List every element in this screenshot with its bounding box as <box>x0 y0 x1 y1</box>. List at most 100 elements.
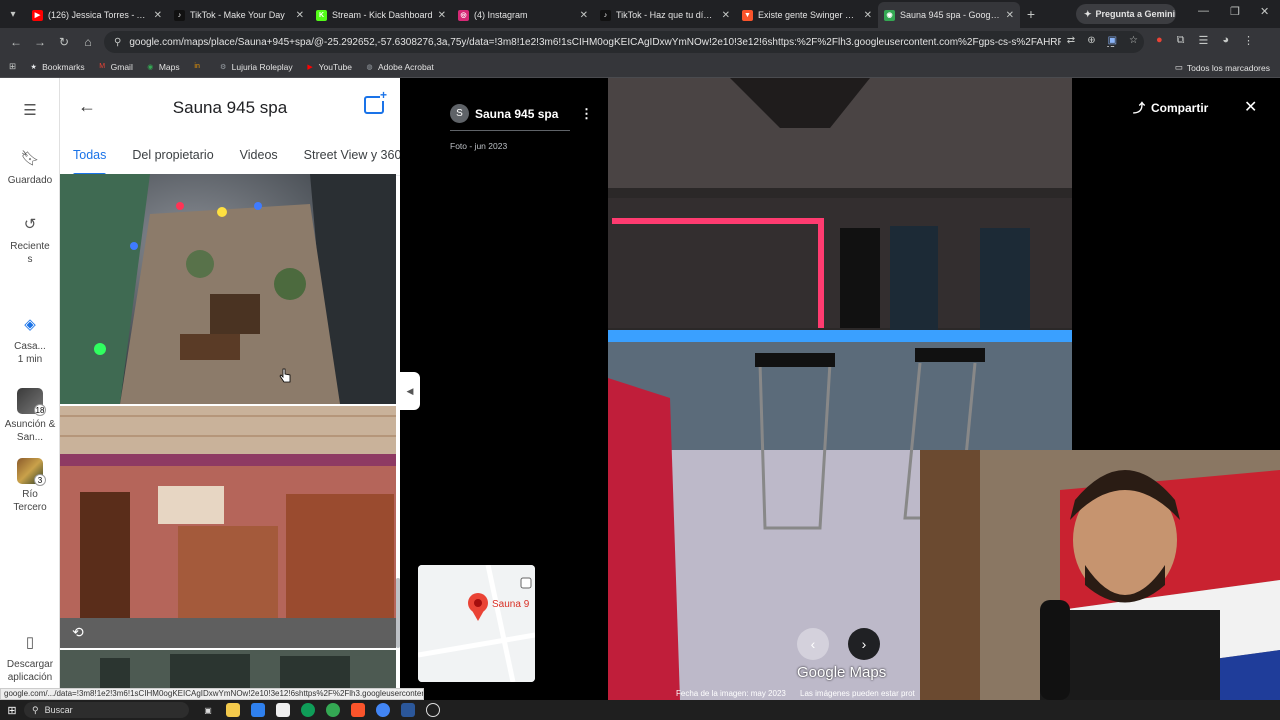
edge-icon[interactable] <box>301 703 315 717</box>
zoom-icon[interactable]: ⊕ <box>1087 35 1095 46</box>
reload-icon[interactable]: ↻ <box>52 35 76 49</box>
tab-favicon: K <box>316 9 327 21</box>
address-bar[interactable]: ⚲ google.com/maps/place/Sauna+945+spa/@-… <box>104 31 1144 53</box>
store-icon[interactable] <box>276 703 290 717</box>
tab-groups-icon[interactable]: ☰ <box>1199 34 1209 47</box>
bookmark-item[interactable]: M Gmail <box>98 62 133 72</box>
rail-saved[interactable]: 🔖︎ Guardado <box>0 148 60 187</box>
photos-panel: ← Sauna 945 spa TodasDel propietarioVide… <box>60 78 402 700</box>
browser-tab[interactable]: ▶ (126) Jessica Torres - Ahora ✕ <box>26 2 168 28</box>
bookmark-favicon: in <box>194 63 200 70</box>
browser-tab[interactable]: ▼ Existe gente Swinger en P ✕ <box>736 2 878 28</box>
tab-title: Sauna 945 spa - Google M <box>900 10 1001 20</box>
gemini-icon: ✦ <box>1084 8 1092 19</box>
start-menu-icon[interactable]: ⊞ <box>0 704 24 717</box>
tab-close-icon[interactable]: ✕ <box>864 10 872 21</box>
word-icon[interactable] <box>401 703 415 717</box>
rail-saved-label: Guardado <box>7 175 53 186</box>
file-explorer-icon[interactable] <box>226 703 240 717</box>
outlook-icon[interactable] <box>251 703 265 717</box>
new-tab-button[interactable]: + <box>1020 6 1042 22</box>
tab-close-icon[interactable]: ✕ <box>580 10 588 21</box>
tab-favicon: ◎ <box>458 9 469 21</box>
forward-arrow-icon[interactable]: → <box>28 35 52 49</box>
tab-close-icon[interactable]: ✕ <box>154 10 162 21</box>
profile-avatar[interactable]: ◕ <box>1222 34 1229 47</box>
bookmark-item[interactable]: ★ Bookmarks <box>29 62 84 72</box>
rail-recent[interactable]: ↺ Reciente s <box>0 214 60 266</box>
extensions-icon[interactable]: ⧉ <box>1177 34 1185 47</box>
browser-tab[interactable]: ◎ (4) Instagram ✕ <box>452 2 594 28</box>
record-icon[interactable]: ● <box>1156 34 1163 47</box>
tab-close-icon[interactable]: ✕ <box>1006 10 1014 21</box>
photo-tab[interactable]: Videos <box>227 140 278 175</box>
share-button[interactable]: ⤴ Compartir <box>1133 99 1208 116</box>
translate-icon[interactable]: ⇄ <box>1067 35 1075 46</box>
cast-icon[interactable]: ▣ <box>1108 35 1117 46</box>
chrome-icon[interactable] <box>326 703 340 717</box>
bookmark-favicon: ◍ <box>366 63 373 71</box>
phone-icon: ▯ <box>25 634 35 651</box>
photo-courtyard[interactable] <box>60 174 396 404</box>
maps-left-rail: ☰ 🔖︎ Guardado ↺ Reciente s ◈ Casa... 1 min … <box>0 78 60 700</box>
maximize-icon[interactable]: ❐ <box>1230 5 1240 18</box>
download-app-button[interactable]: ▯ Descargar aplicación <box>0 632 60 684</box>
bookmark-item[interactable]: ◉ Maps <box>146 62 179 72</box>
site-info-icon[interactable]: ⚲ <box>114 37 121 48</box>
apps-grid-icon[interactable]: ⊞ <box>9 61 16 72</box>
tab-close-icon[interactable]: ✕ <box>722 10 730 21</box>
minimize-icon[interactable]: — <box>1198 5 1209 17</box>
back-arrow-icon[interactable]: ← <box>4 35 28 49</box>
search-icon: ⚲ <box>32 704 39 715</box>
tab-favicon: ▶ <box>32 9 43 21</box>
bookmark-item[interactable]: ▶ YouTube <box>306 62 352 72</box>
photo-tab[interactable]: Del propietario <box>119 140 213 175</box>
previous-photo-button[interactable]: ‹ <box>797 628 829 660</box>
bookmark-item[interactable]: ◍ Adobe Acrobat <box>365 61 434 72</box>
photo-tab[interactable]: Street View y 360 <box>291 140 402 175</box>
collapse-panel-button[interactable]: ◀ <box>400 372 420 410</box>
task-view-icon[interactable]: ▣ <box>201 703 215 717</box>
all-bookmarks-label: Todos los marcadores <box>1186 62 1270 73</box>
rail-home[interactable]: ◈ Casa... 1 min <box>0 314 60 366</box>
minimap-place-label: Sauna 9 <box>492 599 530 610</box>
tab-close-icon[interactable]: ✕ <box>438 10 446 21</box>
chrome-active-icon[interactable] <box>376 703 390 717</box>
close-viewer-icon[interactable]: ✕ <box>1244 97 1257 117</box>
browser-tab[interactable]: K Stream - Kick Dashboard ✕ <box>310 2 452 28</box>
tab-close-icon[interactable]: ✕ <box>296 10 304 21</box>
bookmark-item[interactable]: ⚙ Lujuria Roleplay <box>219 62 293 72</box>
mini-map[interactable]: Sauna 9 <box>418 565 535 682</box>
tab-search-icon[interactable]: ▾ <box>0 0 26 28</box>
close-window-icon[interactable]: ✕ <box>1260 5 1269 18</box>
rail-list-asuncion[interactable]: 18 Asunción & San... <box>0 388 60 444</box>
photo-tab[interactable]: Todas <box>60 140 107 176</box>
star-icon[interactable]: ☆ <box>1129 35 1138 46</box>
bookmark-icon: 🔖︎ <box>20 150 40 167</box>
add-photo-icon[interactable] <box>364 89 388 114</box>
more-options-icon[interactable]: ⋮ <box>580 106 593 122</box>
photo-author[interactable]: S Sauna 945 spa <box>450 104 558 123</box>
menu-button[interactable]: ☰ <box>0 100 60 126</box>
taskbar-search[interactable]: ⚲ Buscar <box>24 702 189 718</box>
browser-tab[interactable]: ♪ TikTok - Make Your Day ✕ <box>168 2 310 28</box>
browser-tab[interactable]: ♪ TikTok - Haz que tu día sea ✕ <box>594 2 736 28</box>
bookmark-label: Adobe Acrobat <box>378 61 434 72</box>
rail-list-label: Río Tercero <box>13 489 47 513</box>
tab-favicon: ◉ <box>884 9 895 21</box>
more-menu-icon[interactable]: ⋮ <box>1243 34 1254 47</box>
bookmark-item[interactable]: in <box>193 62 206 72</box>
gemini-button[interactable]: ✦ Pregunta a Gemini <box>1076 4 1176 24</box>
bookmarks-bar: ⊞ ★ Bookmarks M Gmail ◉ Maps in ⚙ Lujuria Rolepl… <box>0 56 1280 78</box>
browser-tab[interactable]: ◉ Sauna 945 spa - Google M ✕ <box>878 2 1020 28</box>
photo-facade[interactable]: ⟲ <box>60 406 396 648</box>
rail-list-rio[interactable]: 3 Río Tercero <box>0 458 60 514</box>
share-icon: ⤴ <box>1133 101 1146 115</box>
home-icon[interactable]: ⌂ <box>76 35 100 49</box>
all-bookmarks[interactable]: ▭ Todos los marcadores <box>1175 62 1270 73</box>
copyright-disclaimer: Las imágenes pueden estar prot <box>800 689 915 698</box>
brave-icon[interactable] <box>351 703 365 717</box>
windows-taskbar: ⊞ ⚲ Buscar ▣ <box>0 700 1280 720</box>
obs-icon[interactable] <box>426 703 440 717</box>
next-photo-button[interactable]: › <box>848 628 880 660</box>
